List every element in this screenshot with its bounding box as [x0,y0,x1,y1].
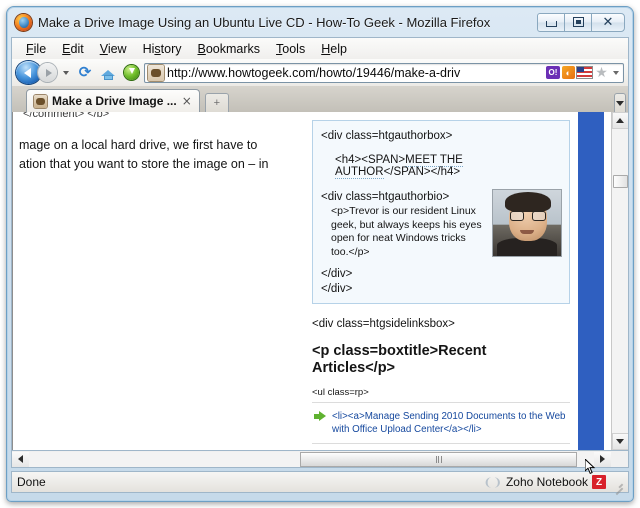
tab-active[interactable]: Make a Drive Image ... × [26,89,200,112]
tab-strip: Make a Drive Image ... × + [12,86,628,112]
authorbox-close-tag: </div> [321,282,561,297]
boxtitle-close-tag: </p> [365,360,395,376]
firefox-window: Make a Drive Image Using an Ubuntu Live … [6,6,634,502]
firefox-icon [15,14,32,31]
resize-grip[interactable] [611,476,623,488]
navigation-toolbar: ⟳ http://www.howtogeek.com/howto/19446/m… [12,59,628,86]
tab-close-icon[interactable]: × [182,95,192,107]
address-bar-icons: O! ◐ ★ [546,66,621,80]
article-link-1[interactable]: <li><a>Manage Sending 2010 Documents to … [332,410,570,436]
home-button[interactable] [98,62,118,83]
title-bar: Make a Drive Image Using an Ubuntu Live … [7,7,633,37]
desktop-background: Make a Drive Image Using an Ubuntu Live … [0,0,640,508]
clipped-top-fragment: </comment> </p> [17,112,109,117]
bio-line-3: open for neat Windows tricks [321,232,487,246]
url-text[interactable]: http://www.howtogeek.com/howto/19446/mak… [167,66,546,80]
left-line-2: ation that you want to store the image o… [19,155,268,174]
list-item[interactable]: <li><a>Manage Sending 2010 Documents to … [312,402,570,444]
vertical-scroll-thumb[interactable] [613,175,628,188]
menu-edit[interactable]: Edit [54,41,92,57]
horizontal-scroll-track[interactable] [29,452,594,467]
left-paragraph: mage on a local hard drive, we first hav… [19,136,268,174]
scroll-left-button[interactable] [12,452,29,467]
scroll-right-button[interactable] [594,452,611,467]
window-controls: ✕ [538,13,625,32]
zoho-leaf-icon: ❨❩ [484,476,502,489]
menu-bookmarks[interactable]: Bookmarks [190,41,269,57]
bio-open-tag: <div class=htgauthorbio> [321,190,487,205]
recent-articles-list: <li><a>Manage Sending 2010 Documents to … [312,402,570,450]
menu-bar: File Edit View History Bookmarks Tools H… [12,38,628,59]
bio-line-4: too.</p> [321,246,487,260]
text-selection-highlight [578,112,604,450]
site-favicon [148,65,164,81]
author-box: <div class=htgauthorbox> <h4><SPAN>MEET … [312,120,570,304]
yahoo-icon[interactable]: O! [546,66,560,79]
status-bar: Done ❨❩ Zoho Notebook Z [11,471,629,493]
menu-history[interactable]: History [135,41,190,57]
sidelinks-open-tag: <div class=htgsidelinksbox> [312,317,570,332]
page-content: </comment> </p> mage on a local hard dri… [12,112,611,450]
ul-open-tag: <ul class=rp> [312,387,570,398]
us-flag-icon[interactable] [577,67,592,78]
chevron-down-icon[interactable] [613,71,619,75]
address-bar[interactable]: http://www.howtogeek.com/howto/19446/mak… [144,63,624,83]
menu-view[interactable]: View [92,41,135,57]
recent-articles-line1: Recent [438,343,486,359]
authorbox-open-tag: <div class=htgauthorbox> [321,129,561,144]
left-line-1: mage on a local hard drive, we first hav… [19,136,268,155]
author-bio-row: <div class=htgauthorbio> <p>Trevor is ou… [321,190,561,259]
recent-articles-line2: Articles [312,360,365,376]
meet-the-author-line: <h4><SPAN>MEET THE AUTHOR</SPAN></h4> [321,154,561,178]
page-viewport: </comment> </p> mage on a local hard dri… [11,112,629,451]
sidelinks-section: <div class=htgsidelinksbox> <p class=box… [312,317,570,450]
list-item[interactable]: <li><a>Make Text and Images Easier to Re… [312,444,570,450]
history-dropdown-icon[interactable] [63,71,69,75]
close-button[interactable]: ✕ [591,13,625,32]
zoho-label: Zoho Notebook [506,475,588,489]
downloads-button[interactable] [121,62,141,83]
author-photo [493,190,561,256]
vertical-scrollbar[interactable] [611,112,628,450]
tab-favicon [34,95,47,108]
recent-articles-title: <p class=boxtitle>Recent Articles</p> [312,343,570,377]
bio-close-tag: </div> [321,267,561,282]
window-title: Make a Drive Image Using an Ubuntu Live … [38,15,538,30]
rss-icon[interactable]: ◐ [562,66,575,79]
h4-close-tag: </SPAN></h4> [384,166,461,178]
horizontal-scroll-thumb[interactable] [300,452,577,467]
bio-line-1: <p>Trevor is our resident Linux [321,205,487,219]
forward-button[interactable] [38,63,57,82]
new-tab-button[interactable]: + [205,93,229,112]
vertical-scroll-track[interactable] [612,129,629,433]
author-bio-text: <div class=htgauthorbio> <p>Trevor is ou… [321,190,487,259]
browser-chrome: File Edit View History Bookmarks Tools H… [11,37,629,112]
zoho-badge-icon[interactable]: Z [592,475,606,489]
horizontal-scrollbar[interactable] [11,451,629,468]
tab-list-button[interactable] [614,93,626,112]
li-close-tag-1: </a></li> [443,424,481,435]
li-open-tag-1: <li><a> [332,411,365,422]
reload-button[interactable]: ⟳ [75,62,95,83]
boxtitle-open-tag: <p class=boxtitle> [312,343,438,359]
left-content-column: </comment> </p> mage on a local hard dri… [12,112,310,450]
scrollbar-corner [611,452,628,467]
maximize-button[interactable] [564,13,592,32]
zoho-notebook-addon[interactable]: ❨❩ Zoho Notebook Z [484,475,607,489]
scroll-up-button[interactable] [612,112,629,129]
mouse-cursor [585,459,596,475]
right-source-column: <div class=htgauthorbox> <h4><SPAN>MEET … [312,112,570,450]
bio-line-2: geek, but always keeps his eyes [321,219,487,233]
nav-buttons [16,61,57,84]
scroll-down-button[interactable] [612,433,629,450]
menu-help[interactable]: Help [313,41,355,57]
status-text: Done [17,475,484,489]
tab-title: Make a Drive Image ... [52,94,177,108]
h4-open-tag: <h4><SPAN> [335,154,405,166]
menu-tools[interactable]: Tools [268,41,313,57]
menu-file[interactable]: File [18,41,54,57]
green-arrow-icon [314,411,326,422]
minimize-button[interactable] [537,13,565,32]
bookmark-star-icon[interactable]: ★ [594,66,609,80]
